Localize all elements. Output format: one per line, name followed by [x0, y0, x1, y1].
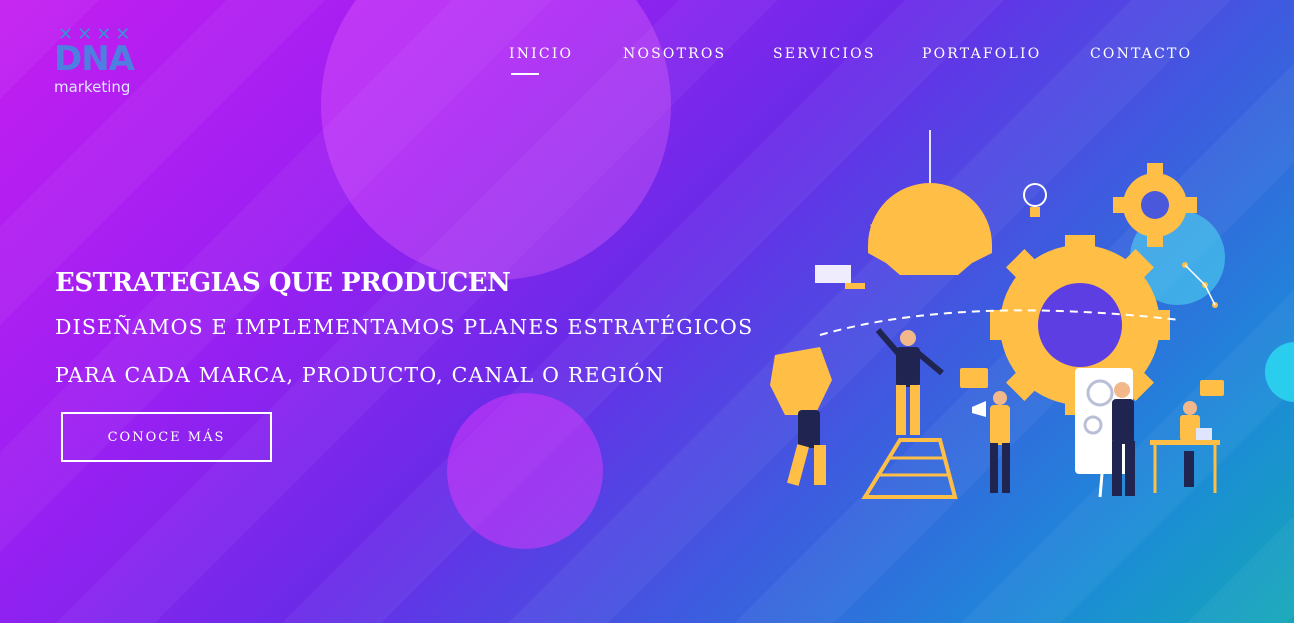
nav-item-contacto[interactable]: CONTACTO [1090, 44, 1192, 64]
conoce-mas-button[interactable]: CONOCE MÁS [61, 412, 272, 462]
teamwork-gears-illustration [770, 130, 1224, 499]
decorative-circle-edge [1265, 342, 1294, 402]
hero-subtitle-line-1: DISEÑAMOS E IMPLEMENTAMOS PLANES ESTRATÉ… [55, 315, 754, 339]
decorative-circle-small [447, 393, 603, 549]
decorative-circle-large [321, 0, 671, 280]
hero-subtitle-line-2: PARA CADA MARCA, PRODUCTO, CANAL O REGIÓ… [55, 363, 665, 387]
nav-item-inicio[interactable]: INICIO [509, 44, 573, 64]
hero-title: ESTRATEGIAS QUE PRODUCEN [55, 268, 511, 298]
nav-active-indicator [511, 73, 539, 75]
logo-tagline: marketing [54, 78, 131, 96]
main-nav: INICIO NOSOTROS SERVICIOS PORTAFOLIO CON… [0, 44, 1294, 66]
nav-item-nosotros[interactable]: NOSOTROS [623, 44, 726, 64]
nav-item-servicios[interactable]: SERVICIOS [773, 44, 876, 64]
nav-item-portafolio[interactable]: PORTAFOLIO [922, 44, 1041, 64]
